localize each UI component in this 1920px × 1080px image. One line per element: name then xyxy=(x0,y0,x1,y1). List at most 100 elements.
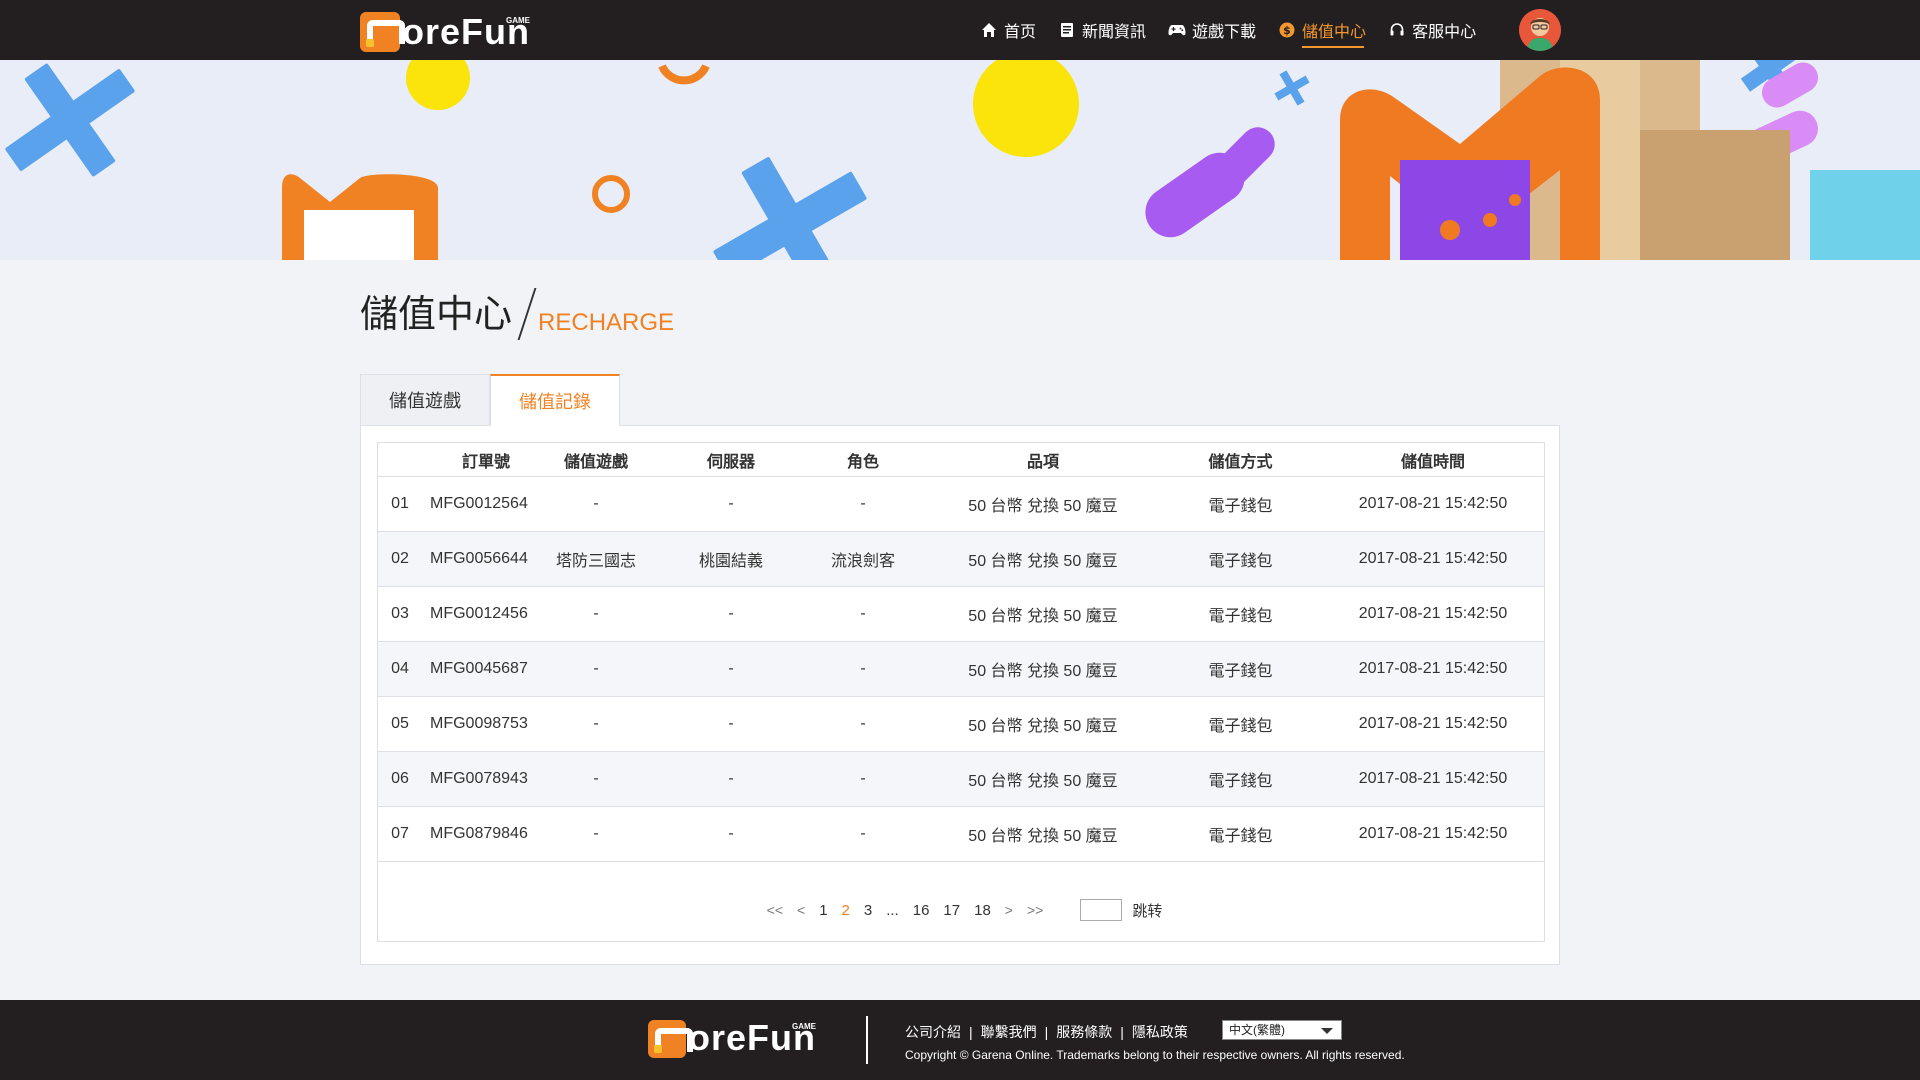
last-page-button[interactable]: >> xyxy=(1027,902,1043,918)
cell-server: - xyxy=(728,770,734,787)
cell-role: - xyxy=(860,660,866,677)
cell-game: - xyxy=(593,770,599,787)
page-title-zh: 儲值中心 xyxy=(360,294,513,336)
cell-time: 2017-08-21 15:42:50 xyxy=(1358,825,1508,842)
nav-item-label: 客服中心 xyxy=(1412,24,1477,41)
cell-server: - xyxy=(728,715,734,732)
logo-m-icon xyxy=(648,1020,693,1058)
footer-link-about[interactable]: 公司介紹 xyxy=(905,1022,961,1042)
gamepad-icon xyxy=(1168,21,1186,39)
cell-method: 電子錢包 xyxy=(1208,828,1273,845)
records-table: 訂單號 儲值遊戲 伺服器 角色 品項 儲值方式 儲值時間 01 MFG00125… xyxy=(377,442,1545,942)
cell-index: 04 xyxy=(391,660,409,677)
nav-item-download[interactable]: 遊戲下載 xyxy=(1168,0,1256,60)
footer-link-contact[interactable]: 聯繫我們 xyxy=(981,1022,1037,1042)
coin-icon: $ xyxy=(1278,21,1296,39)
header-method: 儲值方式 xyxy=(1208,453,1273,471)
nav-item-home[interactable]: 首页 xyxy=(980,0,1036,60)
cell-time: 2017-08-21 15:42:50 xyxy=(1358,495,1508,512)
cell-order-no: MFG0078943 xyxy=(430,770,528,787)
chevron-down-icon xyxy=(1321,1028,1333,1034)
cell-server: 桃園結義 xyxy=(698,553,763,570)
site-footer: oreFun GAME 公司介紹 | 聯繫我們 | 服務條款 | 隱私政策 中文… xyxy=(0,1000,1920,1080)
page-link[interactable]: 16 xyxy=(913,902,930,919)
cell-index: 03 xyxy=(391,605,409,622)
cell-role: - xyxy=(860,495,866,512)
cell-method: 電子錢包 xyxy=(1208,498,1273,515)
prev-page-button[interactable]: < xyxy=(797,902,805,918)
headset-icon xyxy=(1388,21,1406,39)
main-nav: 首页 新聞資訊 遊戲下載 $ 儲值中心 客服中心 xyxy=(980,0,1498,60)
table-row: 07 MFG0879846 - - - 50 台幣 兌換 50 魔豆 電子錢包 … xyxy=(378,807,1544,862)
link-separator: | xyxy=(1044,1024,1049,1040)
page-link-current[interactable]: 2 xyxy=(842,902,850,919)
cell-index: 05 xyxy=(391,715,409,732)
cell-server: - xyxy=(728,495,734,512)
table-row: 06 MFG0078943 - - - 50 台幣 兌換 50 魔豆 電子錢包 … xyxy=(378,752,1544,807)
table-row: 05 MFG0098753 - - - 50 台幣 兌換 50 魔豆 電子錢包 … xyxy=(378,697,1544,752)
tab-recharge-game[interactable]: 儲值遊戲 xyxy=(360,374,490,426)
logo-game-tag: GAME xyxy=(506,16,530,25)
nav-item-label: 儲值中心 xyxy=(1302,24,1367,41)
cell-order-no: MFG0098753 xyxy=(430,715,528,732)
page-link[interactable]: 1 xyxy=(819,902,827,919)
page-title-en: RECHARGE xyxy=(538,309,675,336)
nav-item-label: 首页 xyxy=(1004,24,1037,41)
title-divider xyxy=(517,288,537,340)
footer-links: 公司介紹 | 聯繫我們 | 服務條款 | 隱私政策 xyxy=(905,1022,1188,1042)
page-title: 儲值中心 RECHARGE xyxy=(360,288,674,340)
cell-method: 電子錢包 xyxy=(1208,553,1273,570)
cell-index: 02 xyxy=(391,550,409,567)
cell-time: 2017-08-21 15:42:50 xyxy=(1358,715,1508,732)
cell-index: 07 xyxy=(391,825,409,842)
table-row: 03 MFG0012456 - - - 50 台幣 兌換 50 魔豆 電子錢包 … xyxy=(378,587,1544,642)
language-select[interactable]: 中文(繁體) xyxy=(1222,1020,1342,1040)
cell-order-no: MFG0045687 xyxy=(430,660,528,677)
cell-item: 50 台幣 兌換 50 魔豆 xyxy=(968,498,1118,515)
svg-text:$: $ xyxy=(1283,24,1291,37)
tab-recharge-records[interactable]: 儲值記錄 xyxy=(490,374,620,426)
copyright-text: Copyright © Garena Online. Trademarks be… xyxy=(905,1048,1405,1062)
cell-role: - xyxy=(860,715,866,732)
pagination: << < 1 2 3 ... 16 17 18 > >> 跳转 xyxy=(378,893,1544,927)
cell-time: 2017-08-21 15:42:50 xyxy=(1358,660,1508,677)
cell-method: 電子錢包 xyxy=(1208,718,1273,735)
cell-index: 01 xyxy=(391,495,409,512)
next-page-button[interactable]: > xyxy=(1005,902,1013,918)
jump-button[interactable]: 跳转 xyxy=(1132,900,1162,921)
logo-game-tag: GAME xyxy=(792,1022,816,1031)
footer-link-terms[interactable]: 服務條款 xyxy=(1056,1022,1112,1042)
cell-game: - xyxy=(593,660,599,677)
user-avatar[interactable] xyxy=(1519,9,1561,51)
cell-order-no: MFG0012456 xyxy=(430,605,528,622)
cell-item: 50 台幣 兌換 50 魔豆 xyxy=(968,608,1118,625)
cell-game: 塔防三國志 xyxy=(555,553,636,570)
header-order-no: 訂單號 xyxy=(461,453,510,471)
table-header: 訂單號 儲值遊戲 伺服器 角色 品項 儲值方式 儲值時間 xyxy=(378,443,1544,477)
nav-item-label: 遊戲下載 xyxy=(1192,24,1257,41)
morefun-logo[interactable]: oreFun GAME xyxy=(360,8,530,52)
link-separator: | xyxy=(1120,1024,1124,1040)
records-panel: 訂單號 儲值遊戲 伺服器 角色 品項 儲值方式 儲值時間 01 MFG00125… xyxy=(360,425,1560,965)
news-icon xyxy=(1058,21,1076,39)
page-link[interactable]: 17 xyxy=(943,902,960,919)
nav-item-support[interactable]: 客服中心 xyxy=(1388,0,1476,60)
jump-page-input[interactable] xyxy=(1080,899,1123,921)
table-row: 02 MFG0056644 塔防三國志 桃園結義 流浪劍客 50 台幣 兌換 5… xyxy=(378,532,1544,587)
cell-game: - xyxy=(593,605,599,622)
footer-logo[interactable]: oreFun GAME xyxy=(648,1018,816,1058)
footer-link-privacy[interactable]: 隱私政策 xyxy=(1132,1022,1188,1042)
top-navbar: oreFun GAME 首页 新聞資訊 遊戲下載 $ 儲值中心 客服中心 xyxy=(0,0,1920,60)
cell-item: 50 台幣 兌換 50 魔豆 xyxy=(968,663,1118,680)
cell-role: - xyxy=(860,605,866,622)
cell-game: - xyxy=(593,715,599,732)
cell-item: 50 台幣 兌換 50 魔豆 xyxy=(968,718,1118,735)
nav-item-recharge[interactable]: $ 儲值中心 xyxy=(1278,0,1366,60)
page-link[interactable]: 18 xyxy=(974,902,991,919)
nav-item-news[interactable]: 新聞資訊 xyxy=(1058,0,1146,60)
cell-item: 50 台幣 兌換 50 魔豆 xyxy=(968,828,1118,845)
nav-item-label: 新聞資訊 xyxy=(1082,24,1147,41)
page-link[interactable]: 3 xyxy=(864,902,872,919)
cell-role: - xyxy=(860,825,866,842)
first-page-button[interactable]: << xyxy=(767,902,783,918)
